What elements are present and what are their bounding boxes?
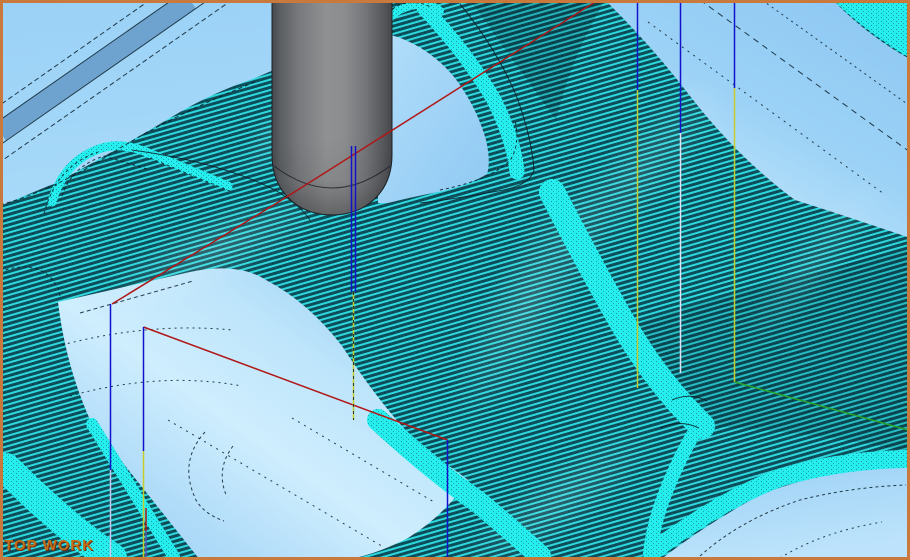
cam-viewport[interactable]: TOP WORK — [0, 0, 910, 560]
work-plane-label: TOP WORK — [4, 537, 94, 554]
graphics-canvas[interactable] — [0, 0, 910, 560]
tool-cutter — [272, 0, 392, 215]
